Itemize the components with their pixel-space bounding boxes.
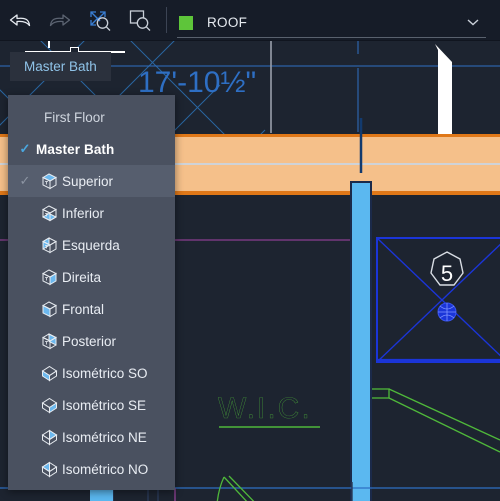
- detail-number-text: 5: [441, 261, 453, 286]
- menu-item-direita[interactable]: Direita: [8, 261, 175, 293]
- menu-label: Isométrico SE: [62, 397, 147, 413]
- green-leader-lines: [369, 388, 500, 453]
- undo-button[interactable]: [0, 0, 40, 40]
- cube-bottom-icon: [36, 204, 62, 223]
- room-label-group: W.I.C.: [218, 392, 320, 428]
- menu-label: Isométrico SO: [62, 365, 148, 381]
- menu-item-superior[interactable]: ✓ Superior: [8, 165, 175, 197]
- room-label-text: W.I.C.: [218, 392, 312, 425]
- menu-item-isometrico-so[interactable]: Isométrico SO: [8, 357, 175, 389]
- menu-label: Frontal: [62, 301, 105, 317]
- menu-label: Direita: [62, 269, 102, 285]
- undo-arrow-icon: [9, 14, 31, 27]
- zoom-window-icon: [129, 10, 151, 31]
- detail-callout-block: 5: [376, 237, 500, 363]
- cube-top-icon: [36, 172, 62, 191]
- zoom-extents-button[interactable]: [80, 0, 120, 40]
- menu-item-master-bath[interactable]: ✓ Master Bath: [8, 133, 175, 165]
- door-symbol-white: [435, 44, 452, 135]
- menu-item-isometrico-se[interactable]: Isométrico SE: [8, 389, 175, 421]
- slider-tooltip: Master Bath: [10, 52, 111, 81]
- top-toolbar: ROOF: [0, 0, 500, 41]
- check-icon: ✓: [19, 141, 31, 156]
- menu-item-esquerda[interactable]: Esquerda: [8, 229, 175, 261]
- menu-label: Isométrico NO: [62, 461, 149, 477]
- check-icon: ✓: [19, 173, 31, 188]
- view-dropdown-menu: First Floor ✓ Master Bath ✓ Superior Inf…: [8, 95, 175, 490]
- zoom-window-button[interactable]: [120, 0, 160, 40]
- menu-item-posterior[interactable]: Posterior: [8, 325, 175, 357]
- iso-nw-icon: [36, 460, 62, 479]
- window-mullion-vertical: [350, 181, 372, 501]
- cad-application-window: 5 17'-10½" W.I.C. ROOF Master Bath First…: [0, 0, 500, 501]
- cube-left-icon: [36, 236, 62, 255]
- layer-selector[interactable]: ROOF: [177, 0, 486, 40]
- redo-button[interactable]: [40, 0, 80, 40]
- menu-label: Posterior: [62, 333, 117, 349]
- layer-name-label: ROOF: [207, 15, 248, 30]
- cube-front-icon: [36, 300, 62, 319]
- zoom-extents-icon: [90, 11, 111, 31]
- menu-label: Superior: [62, 173, 114, 189]
- iso-sw-icon: [36, 364, 62, 383]
- layer-color-swatch: [179, 15, 193, 30]
- iso-ne-icon: [36, 428, 62, 447]
- menu-item-isometrico-no[interactable]: Isométrico NO: [8, 453, 175, 485]
- menu-label: First Floor: [44, 109, 105, 125]
- chevron-down-icon[interactable]: [466, 14, 480, 32]
- menu-item-frontal[interactable]: Frontal: [8, 293, 175, 325]
- iso-se-icon: [36, 396, 62, 415]
- redo-arrow-icon: [49, 14, 71, 27]
- menu-label: Isométrico NE: [62, 429, 147, 445]
- menu-label: Master Bath: [36, 141, 115, 157]
- toolbar-divider: [166, 7, 167, 33]
- menu-item-isometrico-ne[interactable]: Isométrico NE: [8, 421, 175, 453]
- menu-label: Inferior: [62, 205, 105, 221]
- menu-label: Esquerda: [62, 237, 120, 253]
- menu-header-first-floor: First Floor: [8, 101, 175, 133]
- cube-back-icon: [36, 332, 62, 351]
- menu-item-inferior[interactable]: Inferior: [8, 197, 175, 229]
- cube-right-icon: [36, 268, 62, 287]
